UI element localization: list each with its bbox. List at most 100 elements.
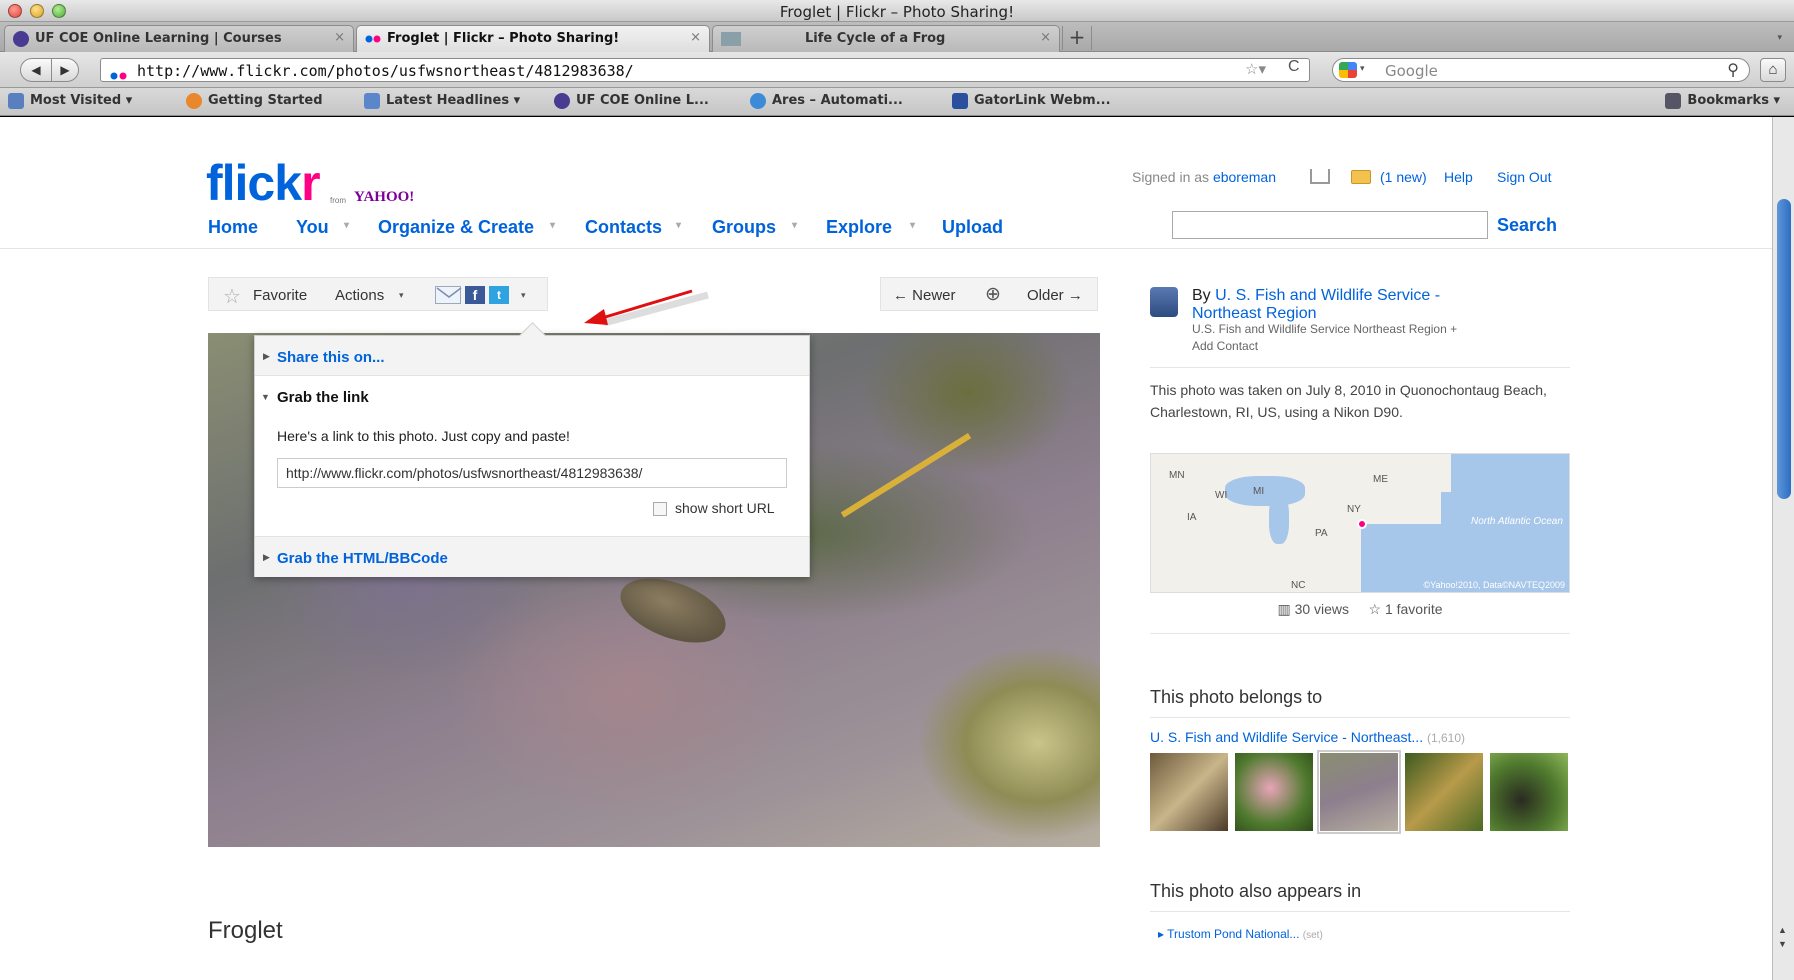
views-count: 30 views <box>1294 601 1350 617</box>
mail-icon[interactable] <box>1351 170 1371 184</box>
bookmark-gatorlink[interactable]: GatorLink Webm... <box>952 93 1111 109</box>
chevron-down-icon[interactable]: ▾ <box>550 220 555 231</box>
chevron-down-icon[interactable]: ▾ <box>792 220 797 231</box>
older-link[interactable]: Older → <box>1027 287 1083 304</box>
bookmark-ares[interactable]: Ares – Automati... <box>750 93 903 109</box>
photo-link-field[interactable]: http://www.flickr.com/photos/usfwsnorthe… <box>277 458 787 488</box>
tab-close-icon[interactable]: × <box>690 30 701 45</box>
share-dropdown-icon[interactable]: ▾ <box>521 290 526 301</box>
web-search-input[interactable]: ▾ Google ⚲ <box>1332 58 1750 82</box>
address-bar[interactable]: http://www.flickr.com/photos/usfwsnorthe… <box>100 58 1310 82</box>
tab-close-icon[interactable]: × <box>334 30 345 45</box>
twitter-icon[interactable]: t <box>489 286 509 304</box>
new-tab-button[interactable]: + <box>1062 26 1092 50</box>
nav-upload[interactable]: Upload <box>942 217 1003 238</box>
tab-uf-coe[interactable]: UF COE Online Learning | Courses × <box>4 25 354 52</box>
short-url-label[interactable]: show short URL <box>675 500 775 516</box>
photostream-thumbnails <box>1150 750 1570 834</box>
forward-button[interactable]: ▶ <box>51 58 79 82</box>
thumbnail[interactable] <box>1150 753 1228 831</box>
bookmark-most-visited[interactable]: Most Visited ▾ <box>8 93 132 109</box>
thumbnail[interactable] <box>1490 753 1568 831</box>
tab-frog-life-cycle[interactable]: Life Cycle of a Frog × <box>712 25 1060 52</box>
scroll-up-icon[interactable]: ▲ <box>1778 925 1787 935</box>
help-link[interactable]: Help <box>1444 169 1473 185</box>
nav-organize-create[interactable]: Organize & Create <box>378 217 534 238</box>
actions-menu-button[interactable]: Actions <box>335 287 384 304</box>
sign-out-link[interactable]: Sign Out <box>1497 169 1551 185</box>
thumbnail[interactable] <box>1235 753 1313 831</box>
map-lake-michigan <box>1269 494 1289 544</box>
add-contact-link[interactable]: Add Contact <box>1192 339 1258 353</box>
chevron-down-icon[interactable]: ▾ <box>399 290 404 301</box>
nav-you[interactable]: You <box>296 217 329 238</box>
share-on-link[interactable]: Share this on... <box>277 349 385 366</box>
nav-home[interactable]: Home <box>208 217 258 238</box>
bookmark-label: Getting Started <box>208 93 323 108</box>
nav-contacts[interactable]: Contacts <box>585 217 662 238</box>
reload-icon[interactable]: C <box>1288 58 1300 76</box>
thumbnail[interactable] <box>1405 753 1483 831</box>
html-bbcode-link[interactable]: Grab the HTML/BBCode <box>277 550 448 567</box>
scrollbar-thumb[interactable] <box>1777 199 1791 499</box>
bookmark-label: GatorLink Webm... <box>974 93 1111 108</box>
zoom-icon[interactable]: ⊕ <box>985 283 1001 306</box>
bookmark-label: Latest Headlines ▾ <box>386 93 521 108</box>
user-link[interactable]: eboreman <box>1213 169 1276 185</box>
bookmark-getting-started[interactable]: Getting Started <box>186 93 323 109</box>
page-scrollbar[interactable]: ▲ ▼ <box>1772 117 1794 980</box>
new-mail-link[interactable]: (1 new) <box>1380 169 1427 185</box>
nav-groups[interactable]: Groups <box>712 217 776 238</box>
bookmark-latest-headlines[interactable]: Latest Headlines ▾ <box>364 93 521 109</box>
location-map[interactable]: MN WI MI IA NY ME PA NC North Atlantic O… <box>1150 453 1570 593</box>
tab-close-icon[interactable]: × <box>1040 30 1051 45</box>
annotation-arrow-icon <box>584 289 709 327</box>
back-button[interactable]: ◀ <box>20 58 52 82</box>
photostream-link[interactable]: U. S. Fish and Wildlife Service - Northe… <box>1150 729 1465 745</box>
favorites-count[interactable]: ☆ 1 favorite <box>1369 601 1443 617</box>
favorite-button[interactable]: Favorite <box>253 287 307 304</box>
views-icon: ▥ <box>1277 601 1291 617</box>
search-icon[interactable]: ⚲ <box>1727 60 1739 79</box>
html-bbcode-section[interactable]: ▶ Grab the HTML/BBCode <box>255 536 809 577</box>
chevron-down-icon[interactable]: ▾ <box>344 220 349 231</box>
owner-link-continued[interactable]: Northeast Region <box>1192 305 1317 323</box>
favorite-star-icon[interactable]: ☆ <box>223 284 241 309</box>
tab-list-icon[interactable]: ▾ <box>1777 32 1782 43</box>
bookmark-uf-coe[interactable]: UF COE Online L... <box>554 93 709 109</box>
cart-icon[interactable] <box>1310 169 1330 184</box>
home-button[interactable]: ⌂ <box>1760 58 1786 82</box>
owner-link[interactable]: U. S. Fish and Wildlife Service - <box>1215 287 1440 304</box>
most-visited-icon <box>8 93 24 109</box>
usfws-badge-icon[interactable] <box>1150 287 1178 317</box>
thumbnail-current[interactable] <box>1317 750 1401 834</box>
tab-flickr[interactable]: Froglet | Flickr – Photo Sharing! × <box>356 25 710 52</box>
owner-subtitle: U.S. Fish and Wildlife Service Northeast… <box>1192 322 1458 336</box>
owner-byline: By U. S. Fish and Wildlife Service - <box>1192 287 1440 305</box>
email-share-icon[interactable] <box>435 286 462 304</box>
tab-bar: UF COE Online Learning | Courses × Frogl… <box>0 22 1794 52</box>
chevron-down-icon[interactable]: ▾ <box>910 220 915 231</box>
search-button[interactable]: Search <box>1497 215 1557 236</box>
flickr-icon <box>365 31 381 47</box>
bookmark-star-icon[interactable]: ☆▾ <box>1245 60 1266 78</box>
map-label: WI <box>1215 490 1228 501</box>
flickr-logo[interactable]: flickr <box>206 158 321 208</box>
set-link[interactable]: ▸ Trustom Pond National... (set) <box>1158 927 1323 941</box>
google-icon[interactable] <box>1339 62 1357 78</box>
newer-link[interactable]: ← Newer <box>893 287 956 304</box>
chevron-down-icon[interactable]: ▾ <box>1360 64 1365 74</box>
share-on-section[interactable]: ▶ Share this on... <box>255 336 809 376</box>
flickr-search-input[interactable] <box>1172 211 1488 239</box>
scroll-down-icon[interactable]: ▼ <box>1778 939 1787 949</box>
nav-explore[interactable]: Explore <box>826 217 892 238</box>
facebook-icon[interactable]: f <box>465 286 485 304</box>
bookmarks-menu[interactable]: Bookmarks ▾ <box>1665 93 1780 109</box>
map-label: ME <box>1373 474 1388 485</box>
short-url-checkbox[interactable] <box>653 502 667 516</box>
uf-coe-icon <box>13 31 29 47</box>
map-pin-icon[interactable] <box>1357 519 1367 529</box>
grab-link-heading[interactable]: Grab the link <box>277 389 369 406</box>
chevron-down-icon[interactable]: ▾ <box>676 220 681 231</box>
grab-link-section: ▼ Grab the link Here's a link to this ph… <box>255 376 809 536</box>
